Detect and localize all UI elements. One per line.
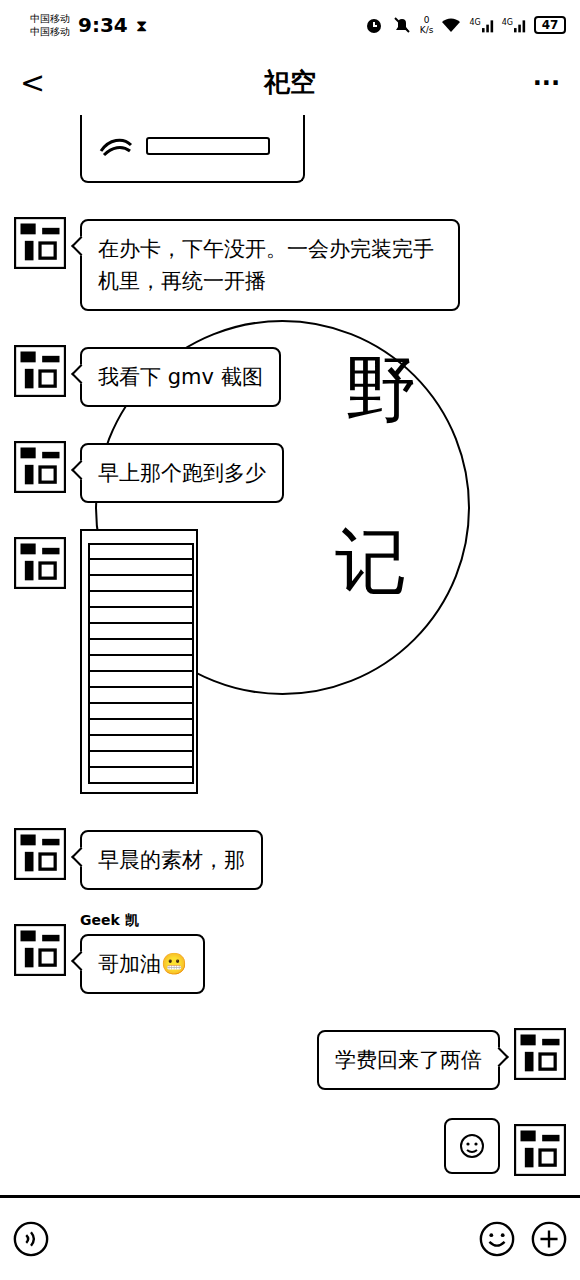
text-bubble[interactable]: 早上那个跑到多少 <box>80 443 284 503</box>
signal-icon <box>482 18 494 33</box>
chat-screen: 中国移动中国移动 9:34 ⧗ 0 K/s 4G 4G 47 < 祀空 ··· … <box>0 0 580 1280</box>
sticker-message[interactable] <box>444 1118 500 1174</box>
avatar-icon[interactable] <box>514 1124 566 1176</box>
message-row: Geek 凯 哥加油😬 <box>14 912 566 994</box>
message-row: 在办卡，下午没开。一会办完装完手机里，再统一开播 <box>14 205 566 311</box>
input-bar <box>0 1195 580 1280</box>
signal-indicator: 4G <box>469 18 493 33</box>
message-row: 学费回来了两倍 <box>14 1016 566 1090</box>
text-bubble[interactable]: 我看下 gmv 截图 <box>80 347 281 407</box>
battery-indicator: 47 <box>534 16 566 34</box>
network-speed: 0 K/s <box>420 15 434 35</box>
text-bubble[interactable]: 早晨的素材，那 <box>80 830 263 890</box>
message-row: 我看下 gmv 截图 <box>14 333 566 407</box>
message-row: 早上那个跑到多少 <box>14 429 566 503</box>
emoji-icon[interactable] <box>478 1220 516 1258</box>
avatar-icon[interactable] <box>14 345 66 397</box>
message-input[interactable] <box>64 1214 464 1264</box>
network-label: 4G <box>502 18 513 27</box>
text-bubble[interactable]: 在办卡，下午没开。一会办完装完手机里，再统一开播 <box>80 219 460 311</box>
message-row <box>14 1112 566 1176</box>
title-bar: < 祀空 ··· <box>0 50 580 115</box>
status-bar: 中国移动中国移动 9:34 ⧗ 0 K/s 4G 4G 47 <box>0 0 580 50</box>
back-button[interactable]: < <box>20 65 80 100</box>
chat-title: 祀空 <box>80 65 500 100</box>
speed-value: 0 <box>424 15 430 25</box>
message-list: 野 记 在办卡，下午没开。一会办完装完手机里，再统一开播 我看下 gmv 截图 … <box>0 115 580 1195</box>
avatar-icon[interactable] <box>14 441 66 493</box>
china-mobile-logo-icon <box>96 131 136 161</box>
avatar-icon[interactable] <box>14 537 66 589</box>
screenshot-message[interactable] <box>80 529 198 794</box>
network-label: 4G <box>469 18 480 27</box>
watermark-char: 记 <box>335 525 407 597</box>
face-sticker-icon <box>457 1131 487 1161</box>
mute-icon <box>392 15 412 35</box>
alarm-icon <box>364 15 384 35</box>
text-bubble[interactable]: 哥加油😬 <box>80 934 205 994</box>
carrier-label: 中国移动 <box>30 12 70 25</box>
clock: 9:34 <box>78 13 128 37</box>
signal-indicator: 4G <box>502 18 526 33</box>
carrier-label: 中国移动 <box>30 25 70 38</box>
message-row <box>14 115 566 183</box>
avatar-icon[interactable] <box>14 217 66 269</box>
avatar-icon[interactable] <box>514 1028 566 1080</box>
image-message[interactable] <box>80 115 305 183</box>
speed-unit: K/s <box>420 25 434 35</box>
wifi-icon <box>441 15 461 35</box>
avatar-icon[interactable] <box>14 924 66 976</box>
message-row <box>14 525 566 794</box>
voice-icon[interactable] <box>12 1220 50 1258</box>
hourglass-icon: ⧗ <box>136 16 147 35</box>
signal-icon <box>514 18 526 33</box>
more-button[interactable]: ··· <box>500 69 560 97</box>
message-row: 早晨的素材，那 <box>14 816 566 890</box>
carrier-labels: 中国移动中国移动 <box>30 12 70 38</box>
plus-icon[interactable] <box>530 1220 568 1258</box>
sender-name: Geek 凯 <box>80 912 205 930</box>
text-bubble[interactable]: 学费回来了两倍 <box>317 1030 500 1090</box>
battery-level: 47 <box>542 18 559 32</box>
watermark-char: 野 <box>345 353 417 425</box>
avatar-icon[interactable] <box>14 828 66 880</box>
